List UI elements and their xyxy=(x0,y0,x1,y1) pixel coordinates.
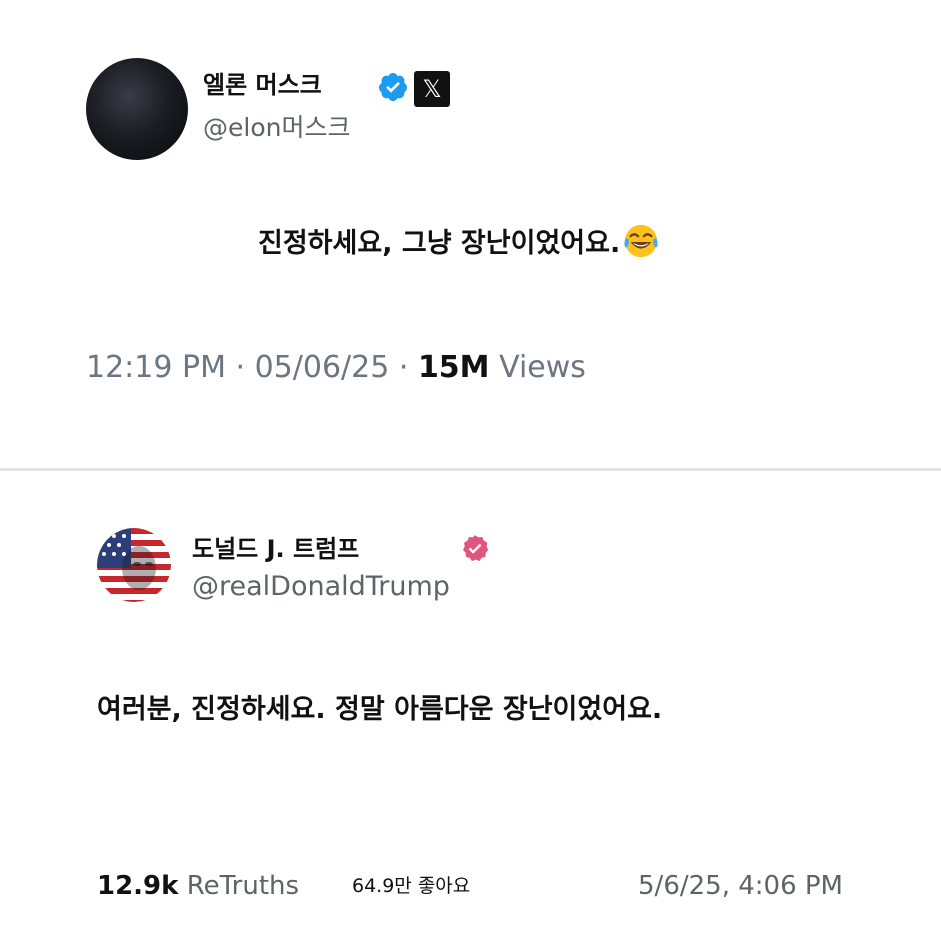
meta-separator: · xyxy=(225,350,255,385)
post-meta: 12:19 PM · 05/06/25 · 15M Views xyxy=(86,348,586,388)
views-count[interactable]: 15M xyxy=(418,350,490,385)
verified-badge-icon xyxy=(463,535,489,562)
author-name[interactable]: 도널드 J. 트럼프 xyxy=(192,533,359,565)
post-meta: 12.9k ReTruths 64.9만 좋아요 5/6/25, 4:06 PM xyxy=(97,866,857,906)
post-date: 05/06/25 xyxy=(254,350,390,385)
likes-counter[interactable]: 64.9만 좋아요 xyxy=(352,866,470,906)
views-label[interactable]: Views xyxy=(499,350,586,385)
retruths-counter[interactable]: 12.9k ReTruths xyxy=(97,866,299,906)
post-text-body: 진정하세요, 그냥 장난이었어요. xyxy=(258,228,621,259)
face-with-tears-of-joy-icon xyxy=(624,224,658,258)
author-handle[interactable]: @elon머스크 xyxy=(203,112,350,144)
author-name[interactable]: 엘론 머스크 xyxy=(203,70,322,100)
meta-separator: · xyxy=(389,350,418,385)
author-handle[interactable]: @realDonaldTrump xyxy=(192,570,450,604)
retruths-count: 12.9k xyxy=(97,871,179,901)
post-date: 5/6/25, 4:06 PM xyxy=(638,871,843,901)
divider xyxy=(0,468,941,471)
x-post: 엘론 머스크 𝕏 @elon머스크 진정하세요, 그냥 장난이었어요. 12:1… xyxy=(0,0,941,468)
x-logo-icon: 𝕏 xyxy=(414,71,450,107)
retruths-label: ReTruths xyxy=(186,871,300,901)
post-time: 12:19 PM xyxy=(86,350,226,385)
post-text: 여러분, 진정하세요. 정말 아름다운 장난이었어요. xyxy=(97,694,663,725)
avatar[interactable] xyxy=(86,58,188,160)
post-text: 진정하세요, 그냥 장난이었어요. xyxy=(258,222,660,264)
verified-badge-icon xyxy=(378,73,407,101)
avatar[interactable] xyxy=(97,528,171,602)
